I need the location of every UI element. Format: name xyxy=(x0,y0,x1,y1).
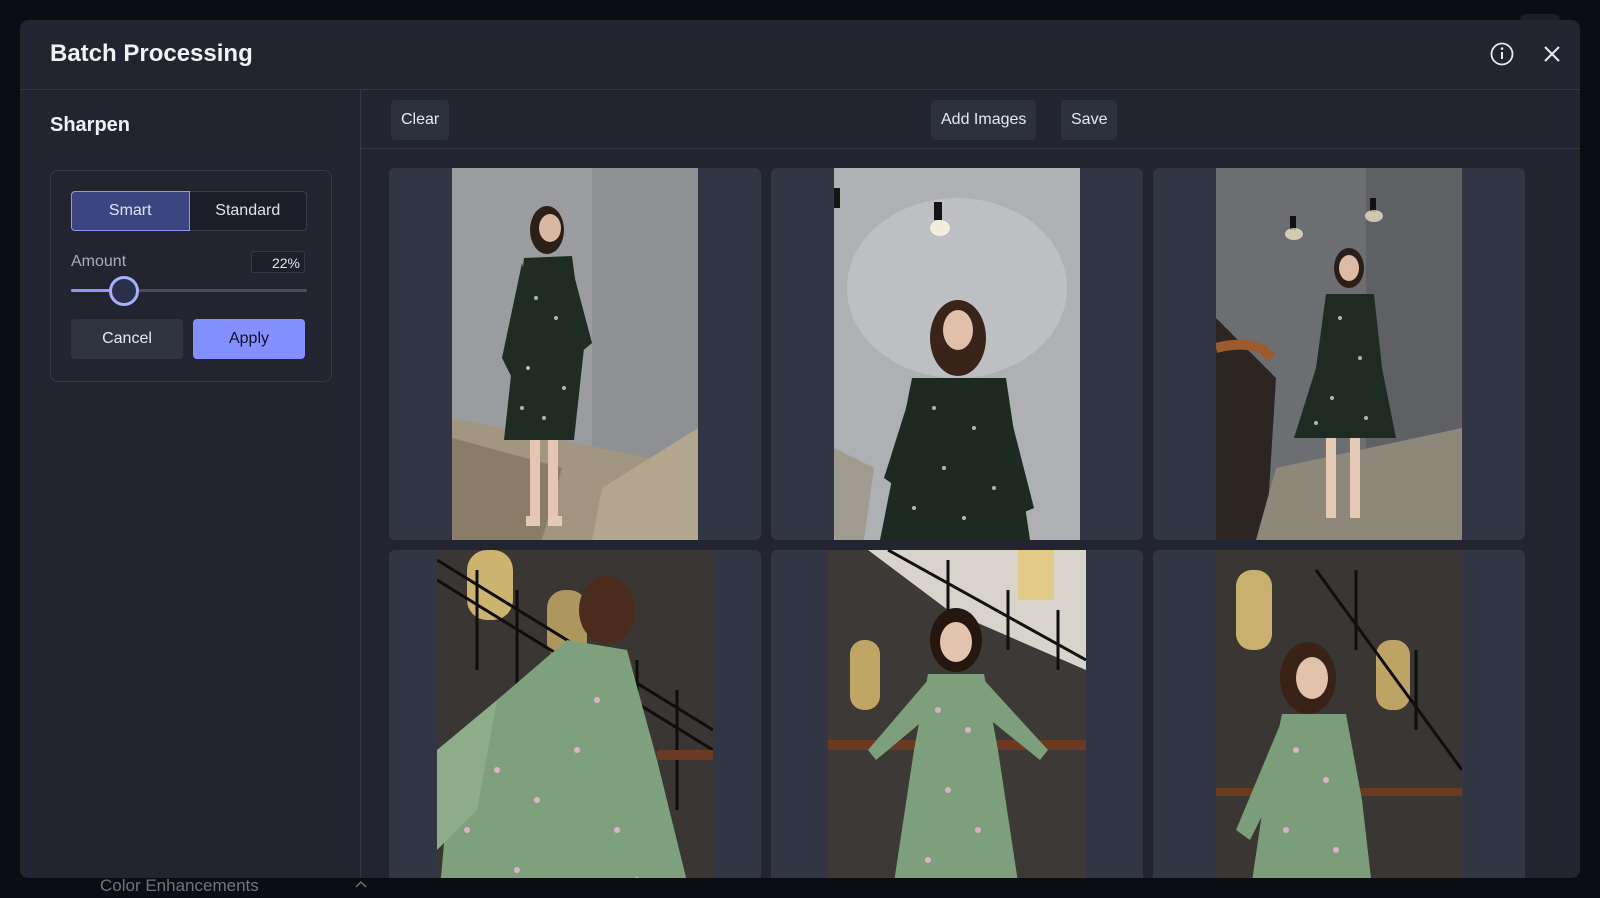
image-tile-6[interactable] xyxy=(1153,550,1525,878)
backdrop-section-label: Color Enhancements xyxy=(100,876,259,895)
info-icon[interactable] xyxy=(1488,40,1516,68)
image-grid xyxy=(389,168,1549,878)
chevron-up-icon xyxy=(355,880,367,888)
section-title-sharpen: Sharpen xyxy=(50,114,131,136)
photo-3 xyxy=(1216,168,1462,540)
image-workspace: Clear Add Images Save xyxy=(361,90,1580,878)
photo-1 xyxy=(452,168,698,540)
cancel-button[interactable]: Cancel xyxy=(71,319,183,359)
amount-slider[interactable] xyxy=(71,276,307,306)
batch-processing-dialog: Batch Processing Sharpen Smart Standard … xyxy=(20,20,1580,878)
mode-standard-button[interactable]: Standard xyxy=(189,191,307,231)
sharpen-panel: Smart Standard Amount 22% Cancel Apply xyxy=(50,170,332,382)
save-button[interactable]: Save xyxy=(1061,100,1118,140)
mode-smart-button[interactable]: Smart xyxy=(71,191,190,231)
dialog-title: Batch Processing xyxy=(50,40,253,67)
image-tile-5[interactable] xyxy=(771,550,1143,878)
close-icon[interactable] xyxy=(1538,40,1566,68)
image-tile-2[interactable] xyxy=(771,168,1143,540)
amount-value-input[interactable]: 22% xyxy=(251,251,305,273)
settings-sidebar: Sharpen Smart Standard Amount 22% Cancel… xyxy=(20,90,361,878)
photo-2 xyxy=(834,168,1080,540)
photo-4 xyxy=(437,550,713,878)
image-tile-3[interactable] xyxy=(1153,168,1525,540)
image-tile-4[interactable] xyxy=(389,550,761,878)
amount-label: Amount xyxy=(71,253,127,270)
image-tile-1[interactable] xyxy=(389,168,761,540)
dialog-header: Batch Processing xyxy=(20,20,1580,90)
amount-slider-thumb[interactable] xyxy=(109,276,139,306)
workspace-toolbar: Clear Add Images Save xyxy=(361,90,1580,149)
apply-button[interactable]: Apply xyxy=(193,319,305,359)
clear-button[interactable]: Clear xyxy=(391,100,450,140)
photo-5 xyxy=(828,550,1086,878)
photo-6 xyxy=(1216,550,1462,878)
sharpen-mode-toggle: Smart Standard xyxy=(71,191,307,231)
add-images-button[interactable]: Add Images xyxy=(931,100,1037,140)
